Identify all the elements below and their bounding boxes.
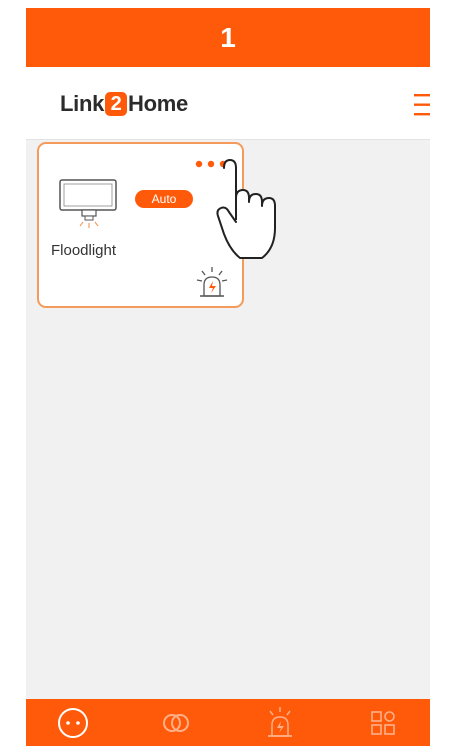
hand-pointer-icon — [216, 158, 302, 264]
nav-socket[interactable] — [48, 703, 98, 743]
grid-apps-icon — [371, 710, 395, 735]
step-banner: 1 — [26, 8, 430, 67]
device-name: Floodlight — [51, 242, 117, 259]
bottom-nav — [26, 699, 430, 746]
mode-badge: Auto — [135, 190, 193, 208]
logo-digit: 2 — [105, 92, 128, 116]
nav-link[interactable] — [151, 703, 201, 743]
hamburger-menu-icon[interactable] — [414, 91, 430, 119]
step-number: 1 — [220, 21, 236, 53]
link-icon — [163, 713, 190, 732]
logo-suffix: Home — [128, 91, 188, 116]
nav-apps[interactable] — [358, 703, 408, 743]
alarm-siren-icon[interactable] — [193, 266, 231, 300]
nav-alarm[interactable] — [255, 703, 305, 743]
floodlight-icon — [58, 178, 120, 234]
socket-icon — [58, 707, 88, 738]
phone-screen: 1 Link 2 Home Auto Floodlight — [26, 8, 430, 746]
device-card-floodlight[interactable]: Auto Floodlight — [37, 142, 244, 308]
logo-prefix: Link — [60, 91, 105, 116]
app-logo: Link 2 Home — [60, 89, 188, 119]
app-header: Link 2 Home — [26, 67, 430, 140]
cropped-caption — [175, 0, 335, 8]
alarm-siren-icon — [267, 706, 292, 737]
